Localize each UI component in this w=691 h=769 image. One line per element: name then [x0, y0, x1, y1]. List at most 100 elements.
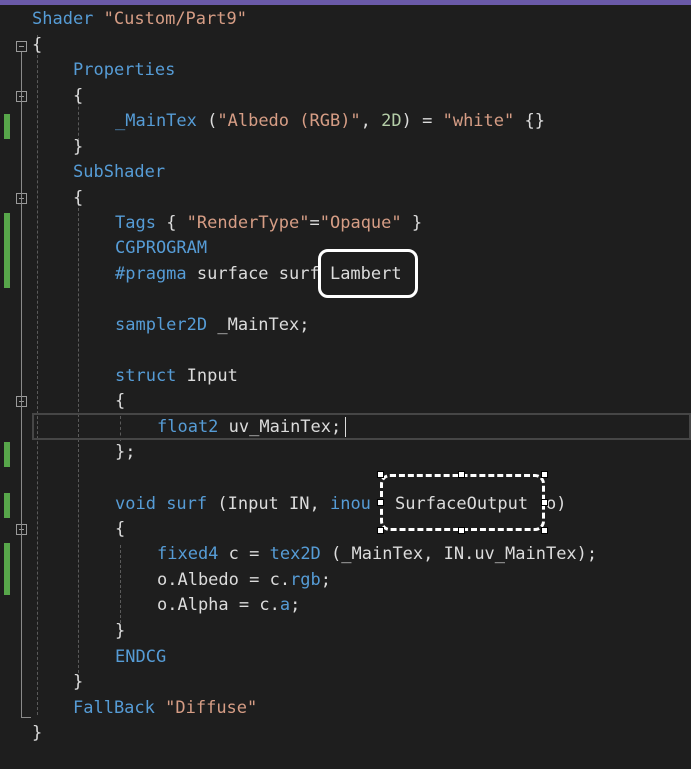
resize-handle[interactable]: [377, 527, 384, 534]
parameter-tail: o): [546, 494, 567, 514]
change-indicator: [4, 442, 10, 467]
code-line-4[interactable]: {: [73, 84, 83, 109]
swizzle: a: [279, 595, 291, 615]
keyword: #pragma: [115, 264, 187, 284]
string-literal: "white": [442, 111, 515, 131]
keyword: SubShader: [73, 162, 166, 182]
keyword: Shader: [32, 9, 94, 29]
identifier: Input: [176, 366, 238, 386]
string-literal: "RenderType": [186, 213, 310, 233]
resize-handle[interactable]: [458, 471, 465, 478]
brace: }: [73, 137, 84, 157]
code-line-21[interactable]: o.Alpha = c.a;: [157, 593, 300, 618]
brace: {: [115, 391, 126, 411]
code-line-13[interactable]: struct Input: [115, 364, 238, 389]
change-indicator: [4, 543, 10, 595]
string-literal: "Diffuse": [165, 698, 258, 718]
code-editor[interactable]: Shader "Custom/Part9" { Properties { _Ma…: [0, 5, 691, 769]
brace: };: [115, 442, 136, 462]
keyword: sampler2D: [115, 315, 208, 335]
fold-region-end: [21, 717, 31, 718]
brace: }: [32, 723, 43, 743]
code-line-15[interactable]: float2 uv_MainTex;: [157, 415, 341, 440]
code-line-12[interactable]: sampler2D _MainTex;: [115, 313, 309, 338]
code-line-3[interactable]: Properties: [73, 58, 175, 83]
code-line-14[interactable]: {: [115, 389, 125, 414]
keyword: FallBack: [73, 698, 155, 718]
brace: {: [115, 519, 126, 539]
code-line-16[interactable]: };: [115, 440, 135, 465]
brace: }: [115, 621, 126, 641]
swizzle: rgb: [290, 570, 321, 590]
keyword: float2: [157, 417, 219, 437]
code-line-20[interactable]: o.Albedo = c.rgb;: [157, 568, 331, 593]
code-line-7[interactable]: SubShader: [73, 160, 165, 185]
brace: {: [73, 86, 84, 106]
identifier: _MainTex;: [207, 315, 310, 335]
code-line-8[interactable]: {: [73, 186, 83, 211]
function-name: tex2D: [269, 544, 321, 564]
string-literal: "Opaque": [319, 213, 402, 233]
punctuation: }: [401, 213, 423, 233]
code-line-1[interactable]: Shader "Custom/Part9": [32, 7, 247, 32]
punctuation: =: [309, 213, 320, 233]
current-line-highlight: [32, 413, 691, 440]
brace: }: [73, 672, 84, 692]
punctuation: {: [155, 213, 187, 233]
resize-handle[interactable]: [377, 499, 384, 506]
property-name: _MainTex: [115, 111, 197, 131]
identifier: uv_MainTex;: [218, 417, 342, 437]
parameters: (Input IN,: [207, 494, 330, 514]
fold-region-line: [21, 52, 22, 717]
resize-handle[interactable]: [541, 471, 548, 478]
text-cursor: [345, 417, 346, 437]
code-line-26[interactable]: }: [32, 721, 42, 746]
code-line-19[interactable]: fixed4 c = tex2D (_MainTex, IN.uv_MainTe…: [157, 542, 597, 567]
identifier: o.Alpha = c.: [157, 595, 280, 615]
punctuation: ,: [360, 111, 382, 131]
identifier: c =: [218, 544, 270, 564]
keyword: Properties: [73, 60, 176, 80]
code-line-5[interactable]: _MainTex ("Albedo (RGB)", 2D) = "white" …: [115, 109, 545, 134]
keyword: void: [115, 494, 156, 514]
selected-highlight-box[interactable]: [380, 474, 545, 531]
code-line-24[interactable]: }: [73, 670, 83, 695]
change-indicator: [4, 213, 10, 288]
code-line-22[interactable]: }: [115, 619, 125, 644]
string-literal: "Albedo (RGB)": [217, 111, 361, 131]
function-name: surf: [155, 494, 208, 514]
code-line-6[interactable]: }: [73, 135, 83, 160]
code-line-25[interactable]: FallBack "Diffuse": [73, 696, 257, 721]
keyword: struct: [115, 366, 177, 386]
collapse-icon[interactable]: [16, 41, 27, 52]
punctuation: {}: [514, 111, 545, 131]
code-line-23[interactable]: ENDCG: [115, 645, 166, 670]
resize-handle[interactable]: [377, 471, 384, 478]
keyword: ENDCG: [115, 647, 167, 667]
arguments: (_MainTex, IN.uv_MainTex);: [320, 544, 598, 564]
keyword: CGPROGRAM: [115, 238, 208, 258]
punctuation: (: [196, 111, 218, 131]
keyword: Tags: [115, 213, 156, 233]
resize-handle[interactable]: [541, 499, 548, 506]
identifier: o.Albedo = c.: [157, 570, 291, 590]
identifier: surface surf: [186, 264, 330, 284]
keyword: fixed4: [157, 544, 219, 564]
code-line-9[interactable]: Tags { "RenderType"="Opaque" }: [115, 211, 422, 236]
resize-handle[interactable]: [458, 527, 465, 534]
string-literal: "Custom/Part9": [103, 9, 247, 29]
keyword: inou: [329, 494, 371, 514]
punctuation: ) =: [401, 111, 443, 131]
punctuation: ;: [290, 595, 301, 615]
code-line-2[interactable]: {: [32, 33, 42, 58]
code-line-18[interactable]: {: [115, 517, 125, 542]
punctuation: ;: [320, 570, 332, 590]
code-line-17[interactable]: void surf (Input IN, inou: [115, 492, 371, 517]
change-indicator: [4, 493, 10, 518]
change-indicator: [4, 114, 10, 139]
brace: {: [32, 35, 43, 55]
highlight-box-lambert: [318, 249, 418, 298]
resize-handle[interactable]: [541, 527, 548, 534]
indent-guide: [37, 35, 38, 715]
code-line-10[interactable]: CGPROGRAM: [115, 236, 207, 261]
